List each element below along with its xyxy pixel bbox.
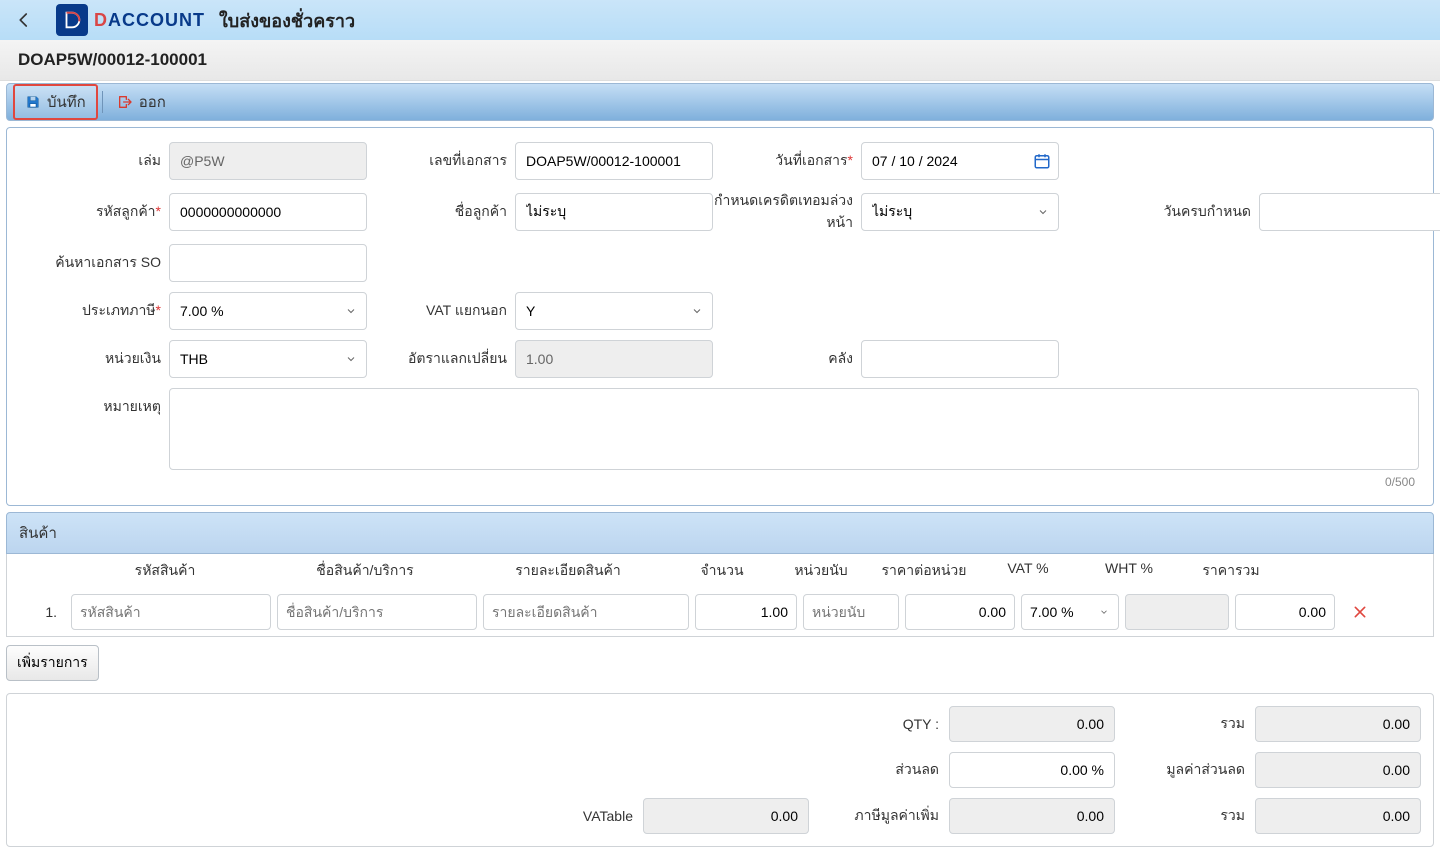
warehouse-input[interactable]	[861, 340, 1059, 378]
item-row: 1.	[7, 588, 1433, 636]
action-toolbar: บันทึก ออก	[6, 83, 1434, 121]
col-total-header: ราคารวม	[1181, 560, 1281, 582]
exit-icon	[117, 94, 133, 110]
summary-panel: QTY : รวม ส่วนลด มูลค่าส่วนลด VATable ภา…	[6, 693, 1434, 847]
duedate-label: วันครบกำหนด	[1059, 201, 1259, 223]
sum1-value	[1255, 706, 1421, 742]
vatable-label: VATable	[513, 808, 633, 824]
creditterm-select[interactable]	[861, 193, 1059, 231]
custname-label: ชื่อลูกค้า	[367, 201, 515, 223]
close-icon	[1352, 604, 1368, 620]
exit-button-label: ออก	[139, 90, 166, 114]
col-detail-header: รายละเอียดสินค้า	[465, 560, 671, 582]
toolbar-separator	[102, 91, 103, 113]
taxtype-select[interactable]	[169, 292, 367, 330]
col-wht-header: WHT %	[1077, 560, 1181, 582]
brand-name: DACCOUNT	[94, 10, 205, 31]
discount-label: ส่วนลด	[819, 759, 939, 781]
app-logo	[56, 4, 88, 36]
items-section-header: สินค้า	[6, 512, 1434, 554]
item-vat-select[interactable]	[1021, 594, 1119, 630]
qty-value	[949, 706, 1115, 742]
item-code-input[interactable]	[71, 594, 271, 630]
findso-input[interactable]	[169, 244, 367, 282]
vatable-value	[643, 798, 809, 834]
col-qty-header: จำนวน	[671, 560, 773, 582]
creditterm-label: กำหนดเครดิตเทอมล่วงหน้า	[713, 190, 861, 234]
topbar: DACCOUNT ใบส่งของชั่วคราว	[0, 0, 1440, 40]
remark-label: หมายเหตุ	[21, 388, 169, 418]
vat-label: ภาษีมูลค่าเพิ่ม	[819, 805, 939, 827]
vat-value	[949, 798, 1115, 834]
discount-input[interactable]	[949, 752, 1115, 788]
custcode-input[interactable]	[169, 193, 367, 231]
sum1-label: รวม	[1125, 713, 1245, 735]
exchrate-label: อัตราแลกเปลี่ยน	[367, 348, 515, 370]
page-title: ใบส่งของชั่วคราว	[219, 6, 355, 35]
docdate-input[interactable]	[861, 142, 1059, 180]
duedate-input[interactable]	[1259, 193, 1440, 231]
docno-label: เลขที่เอกสาร	[367, 150, 515, 172]
warehouse-label: คลัง	[713, 348, 861, 370]
col-price-header: ราคาต่อหน่วย	[869, 560, 979, 582]
item-qty-input[interactable]	[695, 594, 797, 630]
item-name-input[interactable]	[277, 594, 477, 630]
add-row-button[interactable]: เพิ่มรายการ	[6, 645, 99, 681]
docno-input[interactable]	[515, 142, 713, 180]
item-price-input[interactable]	[905, 594, 1015, 630]
remark-char-count: 0/500	[169, 473, 1419, 491]
qty-label: QTY :	[819, 716, 939, 732]
item-wht-input	[1125, 594, 1229, 630]
col-vat-header: VAT %	[979, 560, 1077, 582]
currency-select[interactable]	[169, 340, 367, 378]
save-button[interactable]: บันทึก	[13, 84, 98, 120]
custname-input[interactable]	[515, 193, 713, 231]
docdate-label: วันที่เอกสาร*	[713, 150, 861, 172]
save-button-label: บันทึก	[47, 90, 86, 114]
items-table: รหัสสินค้า ชื่อสินค้า/บริการ รายละเอียดส…	[6, 554, 1434, 637]
logo-icon	[61, 9, 83, 31]
col-unit-header: หน่วยนับ	[773, 560, 869, 582]
col-code-header: รหัสสินค้า	[65, 560, 265, 582]
custcode-label: รหัสลูกค้า*	[21, 201, 169, 223]
item-unit-input[interactable]	[803, 594, 899, 630]
items-header-row: รหัสสินค้า ชื่อสินค้า/บริการ รายละเอียดส…	[7, 554, 1433, 588]
arrow-left-icon	[15, 11, 33, 29]
exit-button[interactable]: ออก	[107, 86, 176, 118]
vatexcl-label: VAT แยกนอก	[367, 300, 515, 322]
remark-textarea[interactable]	[169, 388, 1419, 470]
sum2-value	[1255, 798, 1421, 834]
currency-label: หน่วยเงิน	[21, 348, 169, 370]
vatexcl-select[interactable]	[515, 292, 713, 330]
book-input	[169, 142, 367, 180]
discount-amt-value	[1255, 752, 1421, 788]
book-label: เล่ม	[21, 150, 169, 172]
item-delete-button[interactable]	[1341, 604, 1379, 620]
findso-label: ค้นหาเอกสาร SO	[21, 252, 169, 274]
discount-amt-label: มูลค่าส่วนลด	[1125, 759, 1245, 781]
item-total-input[interactable]	[1235, 594, 1335, 630]
back-button[interactable]	[12, 8, 36, 32]
item-row-num: 1.	[17, 604, 65, 620]
col-name-header: ชื่อสินค้า/บริการ	[265, 560, 465, 582]
document-number-bar: DOAP5W/00012-100001	[0, 40, 1440, 81]
exchrate-input	[515, 340, 713, 378]
form-panel: เล่ม เลขที่เอกสาร วันที่เอกสาร* รหัสลูกค…	[6, 127, 1434, 506]
item-detail-input[interactable]	[483, 594, 689, 630]
save-icon	[25, 94, 41, 110]
calendar-icon[interactable]	[1033, 152, 1051, 170]
taxtype-label: ประเภทภาษี*	[21, 300, 169, 322]
sum2-label: รวม	[1125, 805, 1245, 827]
